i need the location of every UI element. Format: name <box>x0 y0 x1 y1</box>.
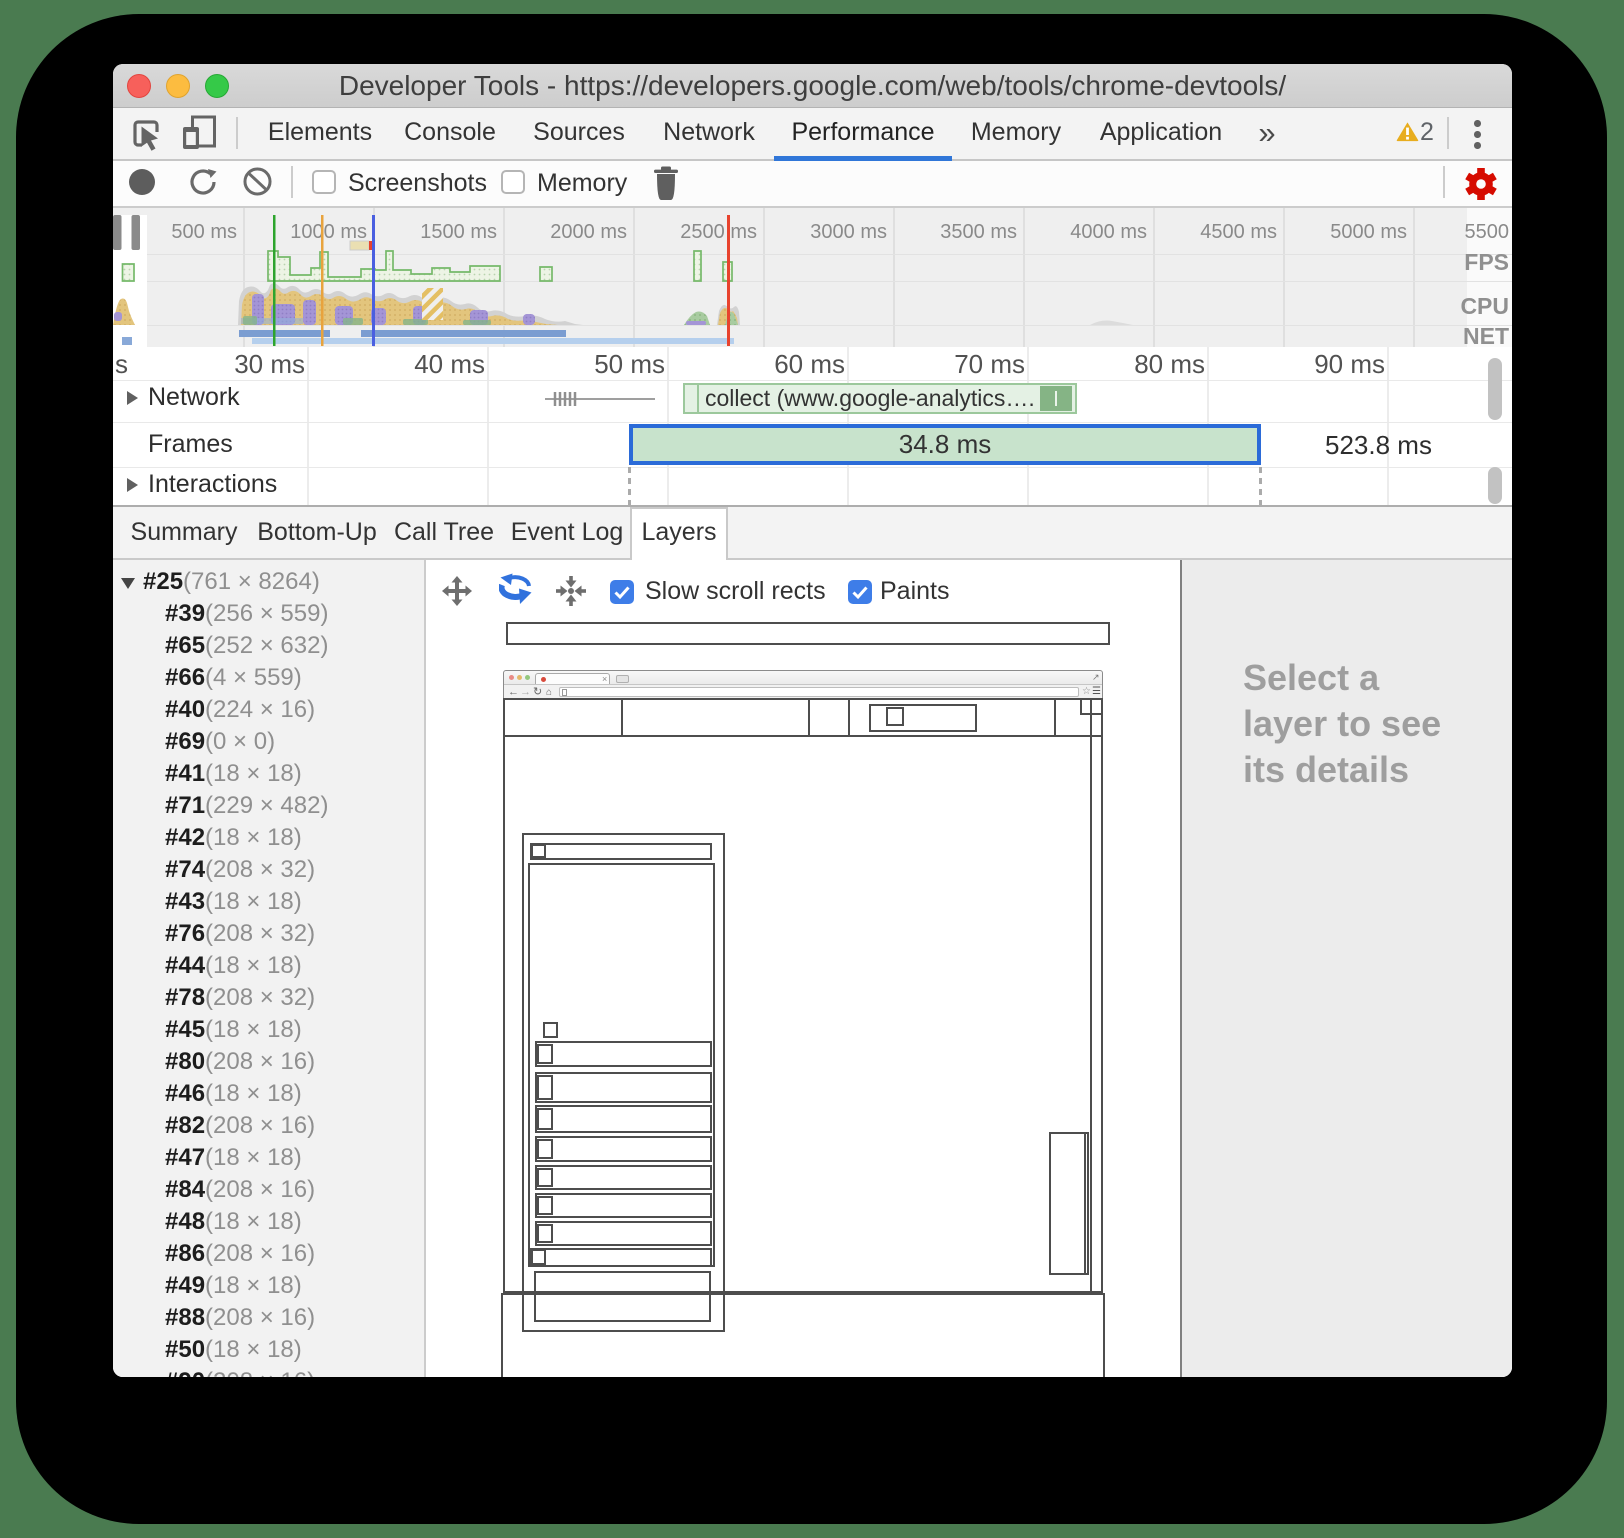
svg-text:NET: NET <box>1463 323 1509 347</box>
svg-text:4500 ms: 4500 ms <box>1200 221 1277 243</box>
svg-text:2000 ms: 2000 ms <box>550 221 627 243</box>
svg-text:3000 ms: 3000 ms <box>810 221 887 243</box>
svg-text:2500 ms: 2500 ms <box>680 221 757 243</box>
svg-text:CPU: CPU <box>1460 293 1509 319</box>
svg-text:1500 ms: 1500 ms <box>420 221 497 243</box>
svg-text:FPS: FPS <box>1464 249 1509 275</box>
svg-text:500 ms: 500 ms <box>171 221 237 243</box>
svg-text:3500 ms: 3500 ms <box>940 221 1017 243</box>
svg-text:1000 ms: 1000 ms <box>290 221 367 243</box>
svg-text:5500: 5500 <box>1465 221 1510 243</box>
svg-text:4000 ms: 4000 ms <box>1070 221 1147 243</box>
svg-text:5000 ms: 5000 ms <box>1330 221 1407 243</box>
